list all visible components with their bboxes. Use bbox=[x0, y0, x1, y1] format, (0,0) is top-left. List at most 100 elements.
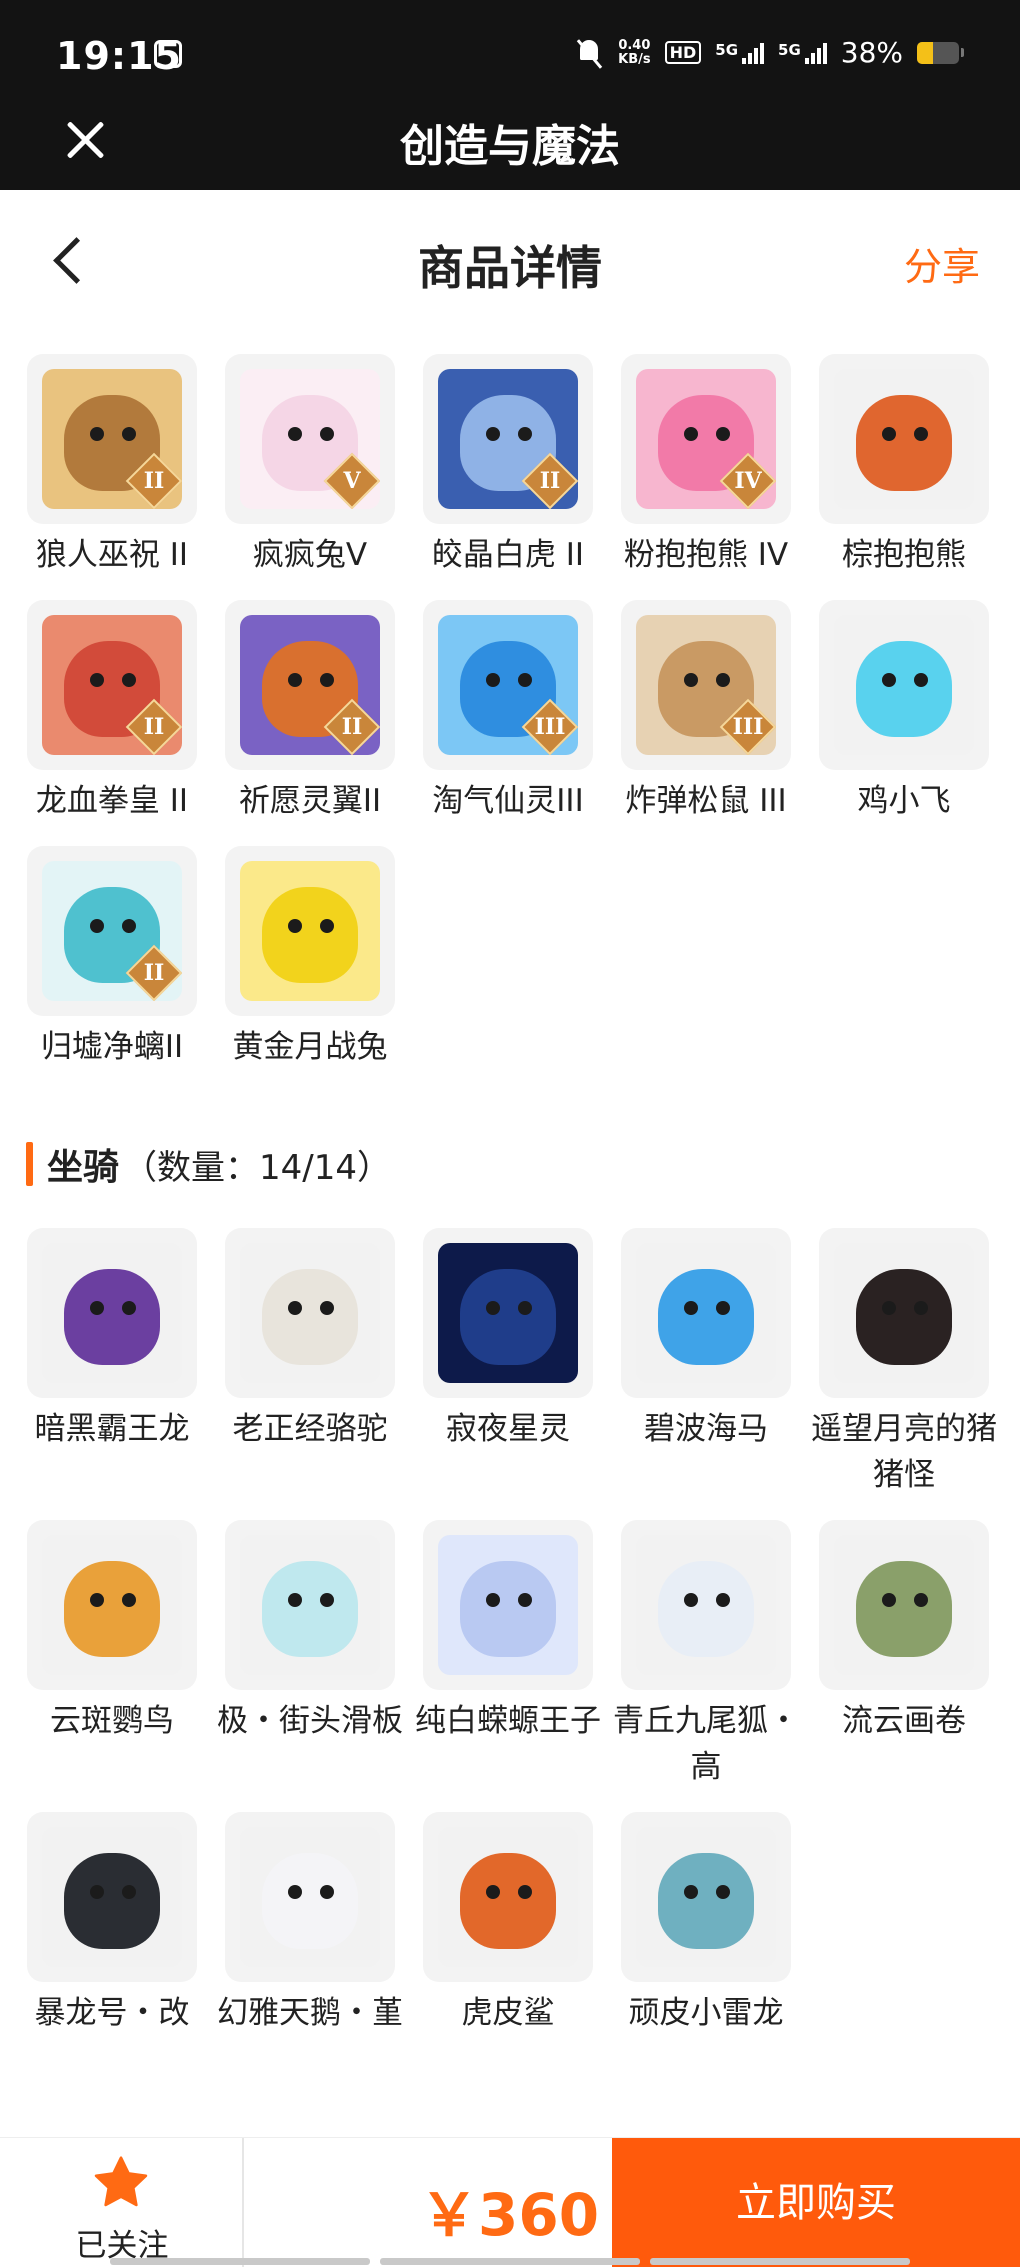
creature-eye bbox=[320, 427, 334, 441]
item-name: 遥望月亮的猪猪怪 bbox=[811, 1411, 997, 1493]
item-thumbnail bbox=[819, 1520, 989, 1690]
item-card[interactable]: III 淘气仙灵III bbox=[416, 600, 616, 840]
creature-eye bbox=[914, 1593, 928, 1607]
signal-1-label: 5G bbox=[715, 40, 739, 59]
item-card[interactable]: 幻雅天鹅・堇 bbox=[217, 1812, 418, 2052]
creature-eye bbox=[882, 673, 896, 687]
item-card[interactable]: III 炸弹松鼠 III bbox=[614, 600, 814, 840]
creature-eye bbox=[320, 919, 334, 933]
item-card[interactable]: IV 粉抱抱熊 IV bbox=[614, 354, 814, 594]
rank-badge-text: III bbox=[732, 714, 764, 740]
share-button[interactable]: 分享 bbox=[904, 236, 980, 291]
creature-eye bbox=[90, 427, 104, 441]
creature-eye bbox=[90, 1593, 104, 1607]
creature-eye bbox=[684, 1301, 698, 1315]
signal-2-label: 5G bbox=[778, 40, 801, 59]
item-image bbox=[834, 615, 974, 755]
item-thumbnail: V bbox=[225, 354, 395, 524]
item-card[interactable]: 青丘九尾狐・高 bbox=[613, 1520, 814, 1785]
item-thumbnail bbox=[819, 354, 989, 524]
creature-eye bbox=[486, 1593, 500, 1607]
item-image: II bbox=[42, 861, 182, 1001]
creature-eye bbox=[486, 427, 500, 441]
creature-eye bbox=[684, 673, 698, 687]
item-image: II bbox=[42, 369, 182, 509]
bottom-bar: 已关注 ￥360 立即购买 bbox=[0, 2137, 1020, 2267]
item-thumbnail: II bbox=[27, 846, 197, 1016]
item-card[interactable]: 黄金月战兔 bbox=[218, 846, 418, 1086]
battery-level bbox=[917, 41, 933, 64]
creature-eye bbox=[684, 1885, 698, 1899]
creature-eye bbox=[288, 1593, 302, 1607]
item-thumbnail: II bbox=[27, 600, 197, 770]
app-title: 创造与魔法 bbox=[400, 121, 620, 172]
item-name: 纯白蝾螈王子 bbox=[415, 1703, 601, 1739]
creature-eye bbox=[518, 1885, 532, 1899]
item-name: 虎皮鲨 bbox=[461, 1995, 555, 2031]
creature-eye bbox=[288, 427, 302, 441]
section-name: 坐骑 bbox=[47, 1147, 120, 1188]
rank-badge-text: V bbox=[343, 468, 361, 494]
creature-art bbox=[856, 1269, 952, 1365]
creature-eye bbox=[518, 1593, 532, 1607]
hd-voice-icon: HD bbox=[664, 41, 702, 64]
item-card[interactable]: II 龙血拳皇 II bbox=[20, 600, 220, 840]
item-card[interactable]: 暗黑霸王龙 bbox=[20, 1228, 220, 1468]
creature-eye bbox=[320, 1593, 334, 1607]
item-image bbox=[438, 1243, 578, 1383]
item-card[interactable]: II 归墟净螭II bbox=[20, 846, 220, 1086]
item-name: 棕抱抱熊 bbox=[842, 537, 966, 573]
item-card[interactable]: 寂夜星灵 bbox=[416, 1228, 616, 1468]
item-thumbnail bbox=[621, 1812, 791, 1982]
creature-eye bbox=[122, 1885, 136, 1899]
item-card[interactable]: 遥望月亮的猪猪怪 bbox=[811, 1228, 1012, 1493]
creature-art bbox=[64, 1853, 160, 1949]
item-card[interactable]: 顽皮小雷龙 bbox=[614, 1812, 814, 2052]
item-image bbox=[438, 1535, 578, 1675]
item-name: 顽皮小雷龙 bbox=[628, 1995, 784, 2031]
item-card[interactable]: 棕抱抱熊 bbox=[812, 354, 1012, 594]
item-name: 归墟净螭II bbox=[40, 1029, 184, 1065]
item-thumbnail: II bbox=[27, 354, 197, 524]
creature-eye bbox=[486, 673, 500, 687]
item-card[interactable]: 流云画卷 bbox=[812, 1520, 1012, 1760]
creature-art bbox=[64, 1269, 160, 1365]
buy-now-button[interactable]: 立即购买 bbox=[612, 2138, 1020, 2267]
item-card[interactable]: II 祈愿灵翼II bbox=[218, 600, 418, 840]
item-image bbox=[240, 861, 380, 1001]
item-card[interactable]: 极・街头滑板 bbox=[217, 1520, 418, 1760]
item-card[interactable]: 纯白蝾螈王子 bbox=[415, 1520, 616, 1760]
item-thumbnail bbox=[225, 1812, 395, 1982]
item-thumbnail bbox=[423, 1520, 593, 1690]
item-card[interactable]: 老正经骆驼 bbox=[218, 1228, 418, 1468]
page-title: 商品详情 bbox=[418, 241, 602, 295]
item-card[interactable]: V 疯疯兔V bbox=[218, 354, 418, 594]
creature-art bbox=[262, 887, 358, 983]
item-thumbnail bbox=[225, 1228, 395, 1398]
battery-percent: 38% bbox=[840, 36, 903, 69]
item-card[interactable]: 云斑鹦鸟 bbox=[20, 1520, 220, 1760]
item-thumbnail bbox=[621, 1520, 791, 1690]
item-card[interactable]: 虎皮鲨 bbox=[416, 1812, 616, 2052]
creature-art bbox=[460, 1561, 556, 1657]
item-card[interactable]: 碧波海马 bbox=[614, 1228, 814, 1468]
item-image: II bbox=[240, 615, 380, 755]
item-card[interactable]: II 狼人巫祝 II bbox=[20, 354, 220, 594]
item-card[interactable]: 鸡小飞 bbox=[812, 600, 1012, 840]
creature-art bbox=[658, 1269, 754, 1365]
creature-eye bbox=[288, 1301, 302, 1315]
item-image bbox=[636, 1243, 776, 1383]
notification-app-icon bbox=[154, 40, 182, 68]
item-card[interactable]: 暴龙号・改 bbox=[20, 1812, 220, 2052]
creature-eye bbox=[882, 1301, 896, 1315]
item-name: 粉抱抱熊 IV bbox=[623, 537, 789, 573]
creature-eye bbox=[716, 1593, 730, 1607]
follow-button[interactable]: 已关注 bbox=[0, 2138, 244, 2267]
creature-art bbox=[658, 1853, 754, 1949]
rank-badge-text: II bbox=[143, 960, 165, 986]
creature-art bbox=[262, 1269, 358, 1365]
creature-eye bbox=[122, 1593, 136, 1607]
creature-eye bbox=[518, 427, 532, 441]
item-card[interactable]: II 皎晶白虎 II bbox=[416, 354, 616, 594]
rank-badge-text: III bbox=[534, 714, 566, 740]
